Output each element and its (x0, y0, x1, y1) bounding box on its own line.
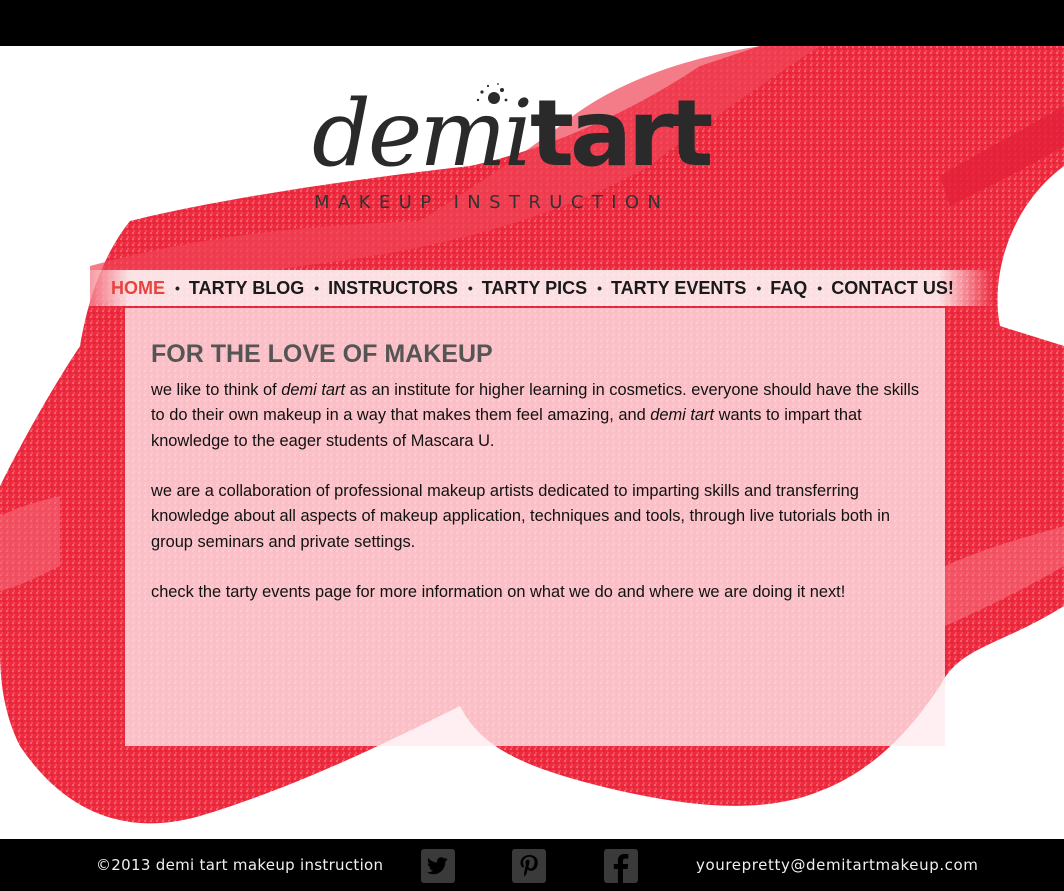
nav-item-tarty-events[interactable]: TARTY EVENTS (611, 278, 746, 299)
nav-separator: • (314, 280, 320, 296)
nav-separator: • (597, 280, 603, 296)
nav-item-home[interactable]: HOME (111, 278, 165, 299)
paragraph-3: check the tarty events page for more inf… (151, 583, 846, 602)
contact-email-link[interactable]: yourepretty@demitartmakeup.com (696, 856, 979, 874)
copyright-text: ©2013 demi tart makeup instruction (96, 856, 384, 874)
pinterest-icon[interactable] (512, 849, 546, 883)
page-stage: demitart MAKEUP INSTRUCTION HOME • TARTY… (0, 46, 1064, 839)
logo[interactable]: demitart MAKEUP INSTRUCTION (312, 74, 732, 224)
paragraph-2: we are a collaboration of professional m… (151, 482, 890, 551)
ink-splatter-icon (476, 83, 508, 104)
nav-separator: • (467, 280, 473, 296)
content-panel: FOR THE LOVE OF MAKEUP we like to think … (125, 308, 945, 746)
nav-item-tarty-pics[interactable]: TARTY PICS (482, 278, 587, 299)
nav-item-faq[interactable]: FAQ (770, 278, 807, 299)
nav-separator: • (817, 280, 823, 296)
nav-separator: • (175, 280, 180, 296)
brand-name: demi tart (281, 381, 346, 399)
twitter-icon[interactable] (421, 849, 455, 883)
nav-item-instructors[interactable]: INSTRUCTORS (328, 278, 458, 299)
main-nav: HOME • TARTY BLOG • INSTRUCTORS • TARTY … (74, 270, 994, 306)
logo-tagline: MAKEUP INSTRUCTION (314, 192, 670, 213)
nav-separator: • (756, 280, 762, 296)
footer: ©2013 demi tart makeup instruction youre… (0, 839, 1064, 891)
p1-text-a: we like to think of (151, 381, 282, 399)
page-heading: FOR THE LOVE OF MAKEUP (151, 340, 493, 368)
nav-item-tarty-blog[interactable]: TARTY BLOG (189, 278, 304, 299)
paragraph-1: we like to think of demi tart as an inst… (151, 378, 921, 454)
top-bar (0, 0, 1064, 46)
intro-text: we like to think of demi tart as an inst… (151, 378, 921, 631)
nav-item-contact-us[interactable]: CONTACT US! (831, 278, 954, 299)
logo-word-tart: tart (530, 80, 713, 187)
brand-name: demi tart (650, 406, 715, 425)
facebook-icon[interactable] (604, 849, 638, 883)
